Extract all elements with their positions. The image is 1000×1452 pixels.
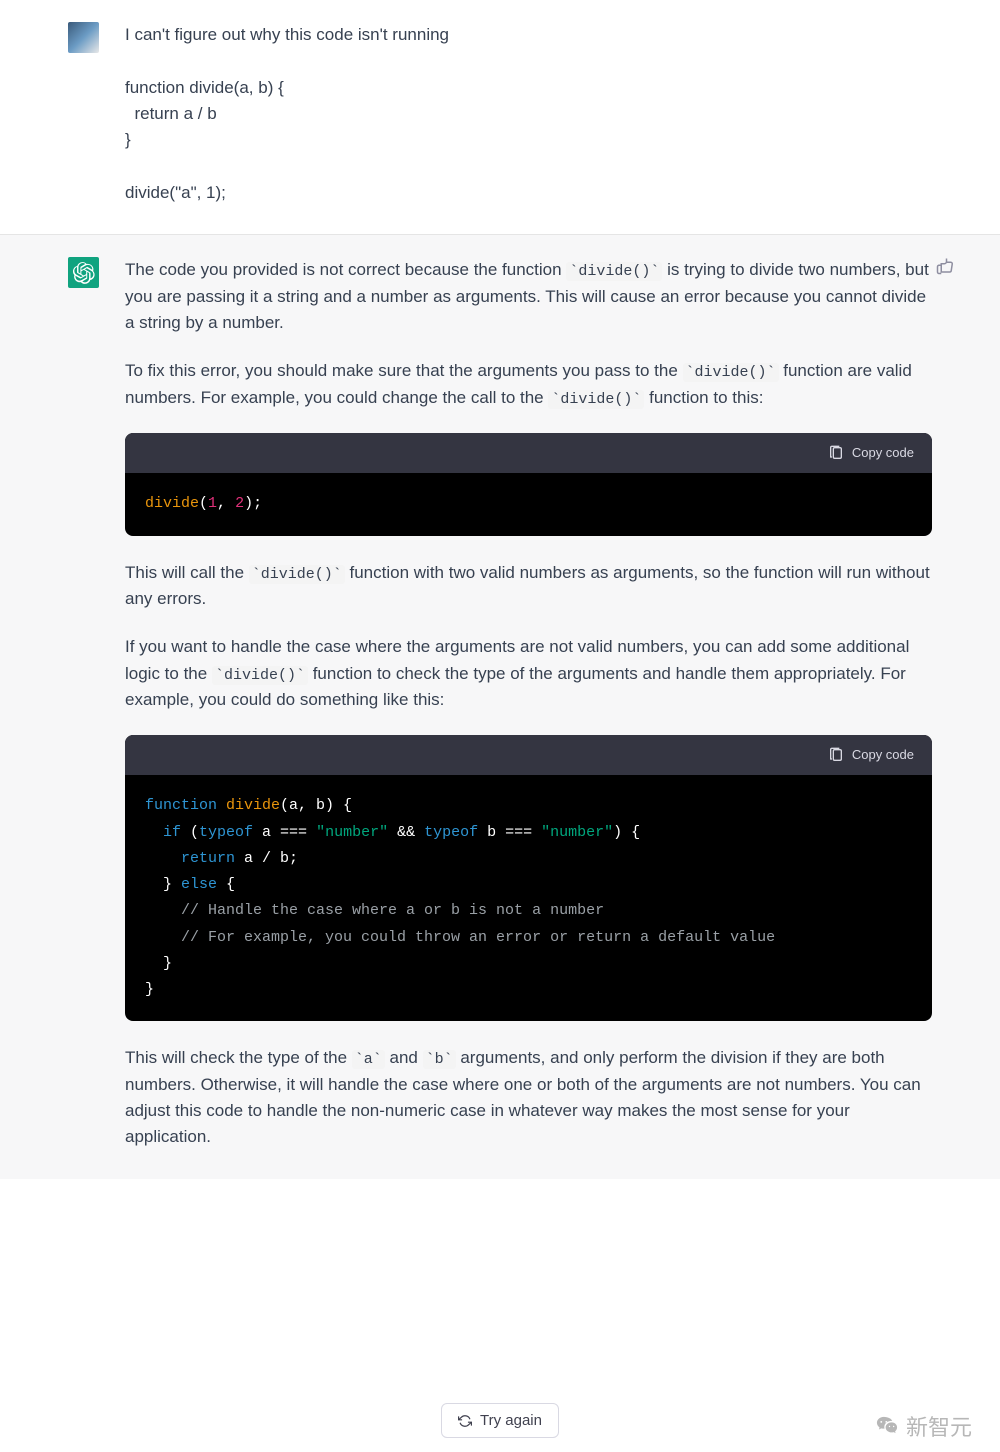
assistant-avatar [68, 257, 99, 288]
user-message-text: I can't figure out why this code isn't r… [125, 22, 932, 206]
copy-code-label: Copy code [852, 443, 914, 463]
refresh-icon [458, 1414, 472, 1428]
token-op: && [388, 824, 424, 841]
assistant-paragraph: If you want to handle the case where the… [125, 634, 932, 713]
token-paren: ( [190, 824, 199, 841]
thumb-up-button[interactable] [936, 257, 954, 283]
user-message-row: I can't figure out why this code isn't r… [0, 0, 1000, 234]
token-keyword: return [145, 850, 235, 867]
inline-code: `divide()` [212, 666, 308, 685]
text-span: This will check the type of the [125, 1048, 352, 1067]
copy-code-button[interactable]: Copy code [828, 443, 914, 463]
token-op: a / b; [235, 850, 298, 867]
token-op: a === [253, 824, 316, 841]
watermark-text: 新智元 [906, 1410, 972, 1442]
token-paren: } [145, 955, 172, 972]
token-paren: } [145, 876, 181, 893]
token-paren: ( [199, 495, 208, 512]
assistant-paragraph: This will call the `divide()` function w… [125, 560, 932, 613]
copy-code-label: Copy code [852, 745, 914, 765]
assistant-paragraph: The code you provided is not correct bec… [125, 257, 932, 336]
token-keyword: typeof [424, 824, 478, 841]
try-again-label: Try again [480, 1412, 542, 1429]
assistant-paragraph: To fix this error, you should make sure … [125, 358, 932, 411]
token-function: divide [217, 797, 280, 814]
token-op: b === [478, 824, 541, 841]
assistant-message-content: The code you provided is not correct bec… [125, 257, 932, 1150]
code-content: divide(1, 2); [125, 473, 932, 535]
watermark: 新智元 [876, 1410, 972, 1442]
inline-code: `divide()` [548, 390, 644, 409]
text-span: To fix this error, you should make sure … [125, 361, 683, 380]
token-comment: // For example, you could throw an error… [145, 929, 775, 946]
code-block-header: Copy code [125, 735, 932, 775]
openai-icon [73, 262, 95, 284]
token-number: 1 [208, 495, 217, 512]
inline-code: `a` [352, 1050, 385, 1069]
code-content: function divide(a, b) { if (typeof a ===… [125, 775, 932, 1021]
token-string: "number" [541, 824, 613, 841]
code-block-header: Copy code [125, 433, 932, 473]
inline-code: `divide()` [249, 565, 345, 584]
assistant-message-row: The code you provided is not correct bec… [0, 234, 1000, 1178]
clipboard-icon [828, 747, 844, 763]
token-keyword: typeof [199, 824, 253, 841]
code-block: Copy code function divide(a, b) { if (ty… [125, 735, 932, 1021]
user-avatar [68, 22, 99, 53]
token-keyword: function [145, 797, 217, 814]
inline-code: `divide()` [683, 363, 779, 382]
clipboard-icon [828, 445, 844, 461]
text-span: This will call the [125, 563, 249, 582]
token-keyword: if [145, 824, 190, 841]
token-op: , [217, 495, 235, 512]
text-span: and [385, 1048, 423, 1067]
token-comment: // Handle the case where a or b is not a… [145, 902, 604, 919]
text-span: function to this: [644, 388, 763, 407]
wechat-icon [876, 1415, 898, 1437]
try-again-button[interactable]: Try again [441, 1403, 559, 1438]
token-paren: { [217, 876, 235, 893]
token-paren: ) { [613, 824, 640, 841]
thumb-up-icon [936, 257, 954, 275]
token-keyword: else [181, 876, 217, 893]
inline-code: `b` [423, 1050, 456, 1069]
token-number: 2 [235, 495, 244, 512]
token-paren: ) [244, 495, 253, 512]
text-span: The code you provided is not correct bec… [125, 260, 566, 279]
assistant-paragraph: This will check the type of the `a` and … [125, 1045, 932, 1150]
token-paren: } [145, 981, 154, 998]
token-string: "number" [316, 824, 388, 841]
token-paren: (a, b) { [280, 797, 352, 814]
code-block: Copy code divide(1, 2); [125, 433, 932, 535]
copy-code-button[interactable]: Copy code [828, 745, 914, 765]
inline-code: `divide()` [566, 262, 662, 281]
token-op: ; [253, 495, 262, 512]
token-function: divide [145, 495, 199, 512]
